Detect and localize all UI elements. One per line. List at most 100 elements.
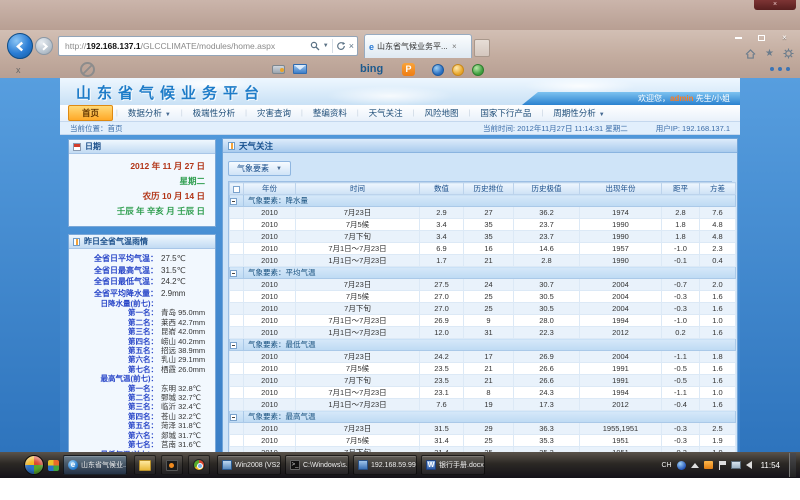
sparkle-icon[interactable] [452,64,464,76]
rank-row: 第七名：栖霞 26.0mm [72,365,212,374]
tools-gear-icon[interactable] [783,48,794,59]
nav-item-7[interactable]: 国家下行产品 [471,106,540,120]
close-bar-icon[interactable]: x [16,65,21,75]
search-icon[interactable] [310,41,320,51]
table-row[interactable]: 20107月1日～7月23日23.1824.31994-1.11.0 [230,387,736,399]
search-dropdown-icon[interactable]: ▼ [323,43,329,49]
language-indicator[interactable]: CH [661,462,671,469]
welcome-ribbon: 欢迎您，admin 先生/小姐 [522,92,740,105]
tray-orange-icon[interactable] [704,461,713,469]
table-row[interactable]: 20101月1日～7月23日7.61917.32012-0.41.6 [230,399,736,411]
table-cell: 2.5 [700,423,736,435]
rank-row: 第四名：崂山 40.2mm [72,337,212,346]
tray-flag-icon[interactable] [718,461,726,470]
blocked-icon[interactable] [80,62,95,77]
collapse-icon[interactable] [230,198,237,205]
table-cell: 24.2 [420,351,464,363]
table-row[interactable]: 20107月1日～7月23日26.9928.01994-1.01.0 [230,315,736,327]
nav-item-1[interactable]: 数据分析▼ [119,106,180,120]
task-button-3[interactable]: W银行手册.docx ... [421,455,485,475]
table-row[interactable]: 20101月1日～7月23日1.7212.81990-0.10.4 [230,255,736,267]
table-cell: 19 [464,399,514,411]
more-addons-dots[interactable] [770,67,790,71]
wallet-icon[interactable] [272,65,285,74]
bing-logo[interactable]: bing [360,63,383,75]
nav-item-8[interactable]: 周期性分析▼ [544,106,613,120]
select-all-box[interactable] [233,186,240,193]
collapse-icon[interactable] [230,414,237,421]
table-row[interactable]: 20107月5候3.43523.719901.84.8 [230,219,736,231]
browser-task-button[interactable] [188,455,210,475]
group-header-row[interactable]: 气象要素：最低气温 [230,339,736,351]
app-task-button[interactable] [161,455,183,475]
address-bar[interactable]: http://192.168.137.1/GLCCLIMATE/modules/… [58,36,358,56]
rank-row: 第四名：苍山 32.2℃ [72,412,212,421]
weather-table-wrap: 年份时间数值历史排位历史极值出现年份距平方差气象要素：降水量20107月23日2… [228,181,732,452]
table-row[interactable]: 20107月1日～7月23日6.91614.61957-1.02.3 [230,243,736,255]
table-cell: 7月5候 [296,291,420,303]
favorites-star-icon[interactable]: ★ [765,48,774,59]
tray-network-icon[interactable] [731,461,741,469]
nav-item-5[interactable]: 天气关注 [360,106,412,120]
group-header-row[interactable]: 气象要素：最高气温 [230,411,736,423]
table-row[interactable]: 20107月5候27.02530.52004-0.31.6 [230,291,736,303]
gadget-icon[interactable] [48,460,59,471]
table-row[interactable]: 20107月下旬27.02530.52004-0.31.6 [230,303,736,315]
minimize-button[interactable] [731,32,746,43]
tab-close-icon[interactable]: × [452,42,457,51]
section-title: 日降水量(前七)： [72,299,158,308]
element-filter-button[interactable]: 气象要素 ▼ [228,161,291,176]
nav-item-4[interactable]: 整编资料 [304,106,356,120]
home-icon[interactable] [745,49,756,59]
table-row[interactable]: 20107月23日31.52936.31955,1951-0.32.5 [230,423,736,435]
task-button-2[interactable]: 192.168.59.99... [353,455,417,475]
nav-item-6[interactable]: 风险地图 [416,106,468,120]
collapse-icon[interactable] [230,342,237,349]
task-button-1[interactable]: >_C:\Windows\s... [285,455,349,475]
table-cell: 8 [464,387,514,399]
mail-icon[interactable] [293,64,307,74]
table-row[interactable]: 20107月5候23.52126.61991-0.51.6 [230,363,736,375]
new-tab-button[interactable] [474,39,490,57]
breadcrumb[interactable]: 当前位置：首页 [70,123,123,134]
close-button[interactable]: × [777,32,792,43]
tray-ball-icon[interactable] [677,461,686,470]
table-cell: 1.6 [700,303,736,315]
task-button-0[interactable]: Win2008 (VS2... [217,455,281,475]
table-cell: 31 [464,327,514,339]
table-row[interactable]: 20107月23日2.92736.219742.87.6 [230,207,736,219]
maximize-button[interactable] [754,32,769,43]
back-button[interactable] [7,33,33,59]
nav-item-3[interactable]: 灾害查询 [248,106,300,120]
rank-label: 第四名： [72,337,158,346]
refresh-icon[interactable] [336,41,346,51]
community-icon[interactable] [472,64,484,76]
tray-expand-icon[interactable] [691,463,699,468]
stop-icon[interactable]: × [349,41,354,51]
show-desktop-button[interactable] [789,453,796,477]
bing-badge-icon[interactable]: P [402,63,415,76]
group-header-row[interactable]: 气象要素：平均气温 [230,267,736,279]
table-row[interactable]: 20107月23日27.52430.72004-0.72.0 [230,279,736,291]
host-close-button[interactable]: × [754,0,796,10]
nav-item-0[interactable]: 首页 [68,105,113,121]
forward-button[interactable] [35,37,53,55]
table-row[interactable]: 20107月下旬23.52126.61991-0.51.6 [230,375,736,387]
row-indent-cell [230,375,244,387]
start-orb[interactable] [24,455,44,475]
table-row[interactable]: 20107月23日24.21726.92004-1.11.8 [230,351,736,363]
table-row[interactable]: 20107月5候31.42535.31951-0.31.9 [230,435,736,447]
taskbar-clock[interactable]: 11:54 [757,461,784,470]
table-cell: 1.0 [700,387,736,399]
table-row[interactable]: 20107月下旬3.43523.719901.84.8 [230,231,736,243]
browser-tab[interactable]: e 山东省气候业务平... × [364,34,472,58]
media-icon[interactable] [432,64,444,76]
table-row[interactable]: 20101月1日～7月23日12.03122.320120.21.6 [230,327,736,339]
tray-volume-icon[interactable] [746,461,752,469]
collapse-icon[interactable] [230,270,237,277]
group-header-row[interactable]: 气象要素：降水量 [230,195,736,207]
table-cell: 2010 [244,231,296,243]
ie-task-button[interactable]: e 山东省气候业... [63,455,127,475]
nav-item-2[interactable]: 极端性分析 [184,106,245,120]
explorer-task-button[interactable] [134,455,156,475]
